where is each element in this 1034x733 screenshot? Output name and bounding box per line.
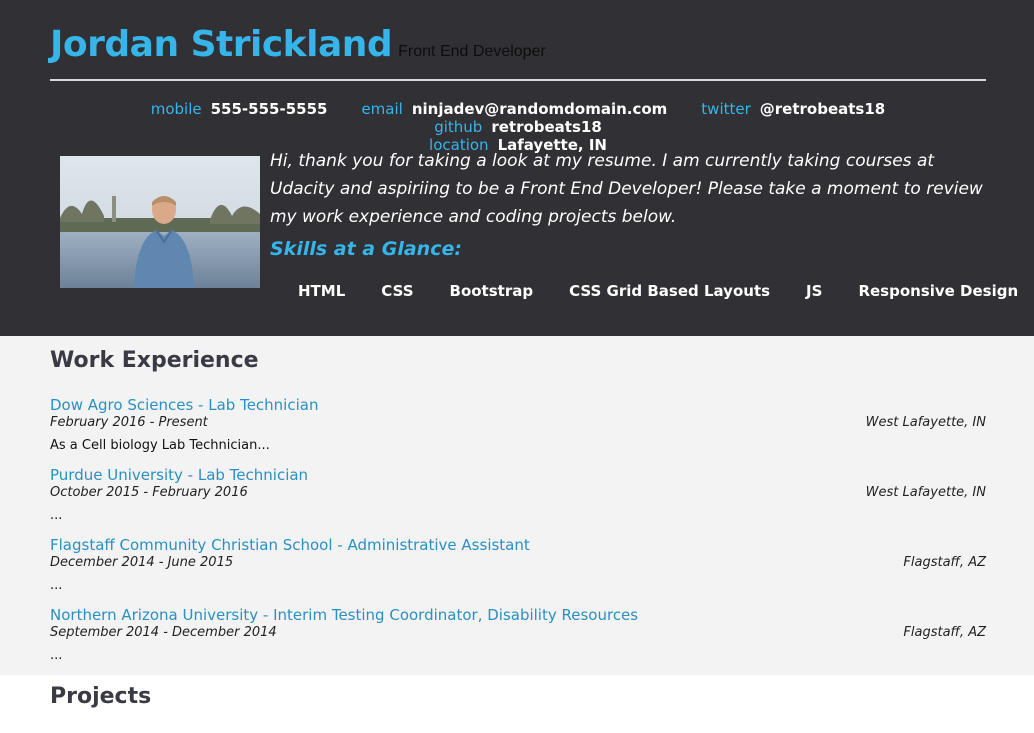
work-dates: December 2014 - June 2015 bbox=[50, 555, 234, 570]
contact-label: email bbox=[361, 100, 403, 118]
skill-item: CSS bbox=[381, 282, 414, 300]
work-dates: September 2014 - December 2014 bbox=[50, 625, 277, 640]
employer-link[interactable]: Purdue University - Lab Technician bbox=[50, 466, 308, 484]
work-location: West Lafayette, IN bbox=[865, 485, 986, 500]
contact-label: mobile bbox=[150, 100, 202, 118]
name-line: Jordan Strickland Front End Developer bbox=[50, 24, 986, 65]
contact-value: 555-555-5555 bbox=[210, 100, 328, 118]
contact-label: github bbox=[434, 118, 483, 136]
work-entry: Purdue University - Lab Technician Octob… bbox=[50, 466, 986, 526]
header: Jordan Strickland Front End Developer mob… bbox=[0, 0, 1034, 336]
profile-photo bbox=[60, 156, 260, 288]
work-location: Flagstaff, AZ bbox=[903, 625, 986, 640]
welcome-message: Hi, thank you for taking a look at my re… bbox=[270, 151, 983, 227]
skill-item: CSS Grid Based Layouts bbox=[569, 282, 771, 300]
work-description: ... bbox=[50, 508, 63, 523]
name-heading: Jordan Strickland bbox=[50, 24, 393, 65]
profile-photo-icon bbox=[60, 156, 260, 288]
work-entry: Dow Agro Sciences - Lab Technician Febru… bbox=[50, 396, 986, 456]
projects-title: Projects bbox=[50, 684, 152, 709]
contact-list: mobile 555-555-5555 email ninjadev@randomdo… bbox=[50, 100, 986, 154]
role-subtitle: Front End Developer bbox=[398, 43, 546, 60]
skills-list: HTML CSS Bootstrap CSS Grid Based Layout… bbox=[280, 282, 1018, 300]
work-entry: Northern Arizona University - Interim Te… bbox=[50, 606, 986, 666]
contact-github[interactable]: github retrobeats18 bbox=[434, 118, 602, 136]
contact-mobile: mobile 555-555-5555 bbox=[151, 100, 328, 118]
work-description: ... bbox=[50, 578, 63, 593]
skill-item: Bootstrap bbox=[449, 282, 534, 300]
work-description: As a Cell biology Lab Technician... bbox=[50, 438, 270, 453]
contact-email[interactable]: email ninjadev@randomdomain.com bbox=[361, 100, 667, 118]
work-dates: October 2015 - February 2016 bbox=[50, 485, 248, 500]
employer-link[interactable]: Flagstaff Community Christian School - A… bbox=[50, 536, 530, 554]
contact-label: twitter bbox=[701, 100, 751, 118]
work-dates: February 2016 - Present bbox=[50, 415, 208, 430]
skills-heading: Skills at a Glance: bbox=[270, 238, 462, 260]
contact-twitter[interactable]: twitter @retrobeats18 bbox=[701, 100, 885, 118]
header-divider bbox=[50, 79, 986, 81]
work-location: West Lafayette, IN bbox=[865, 415, 986, 430]
skill-item: Responsive Design bbox=[858, 282, 1019, 300]
contact-value[interactable]: ninjadev@randomdomain.com bbox=[412, 100, 667, 118]
work-description: ... bbox=[50, 648, 63, 663]
skill-item: HTML bbox=[298, 282, 346, 300]
work-entry: Flagstaff Community Christian School - A… bbox=[50, 536, 986, 596]
skill-item: JS bbox=[806, 282, 823, 300]
work-experience-section: Work Experience Dow Agro Sciences - Lab … bbox=[0, 336, 1034, 675]
work-location: Flagstaff, AZ bbox=[903, 555, 986, 570]
contact-value[interactable]: retrobeats18 bbox=[491, 118, 601, 136]
contact-value[interactable]: @retrobeats18 bbox=[760, 100, 885, 118]
employer-link[interactable]: Northern Arizona University - Interim Te… bbox=[50, 606, 638, 624]
section-title: Work Experience bbox=[50, 348, 259, 373]
employer-link[interactable]: Dow Agro Sciences - Lab Technician bbox=[50, 396, 318, 414]
